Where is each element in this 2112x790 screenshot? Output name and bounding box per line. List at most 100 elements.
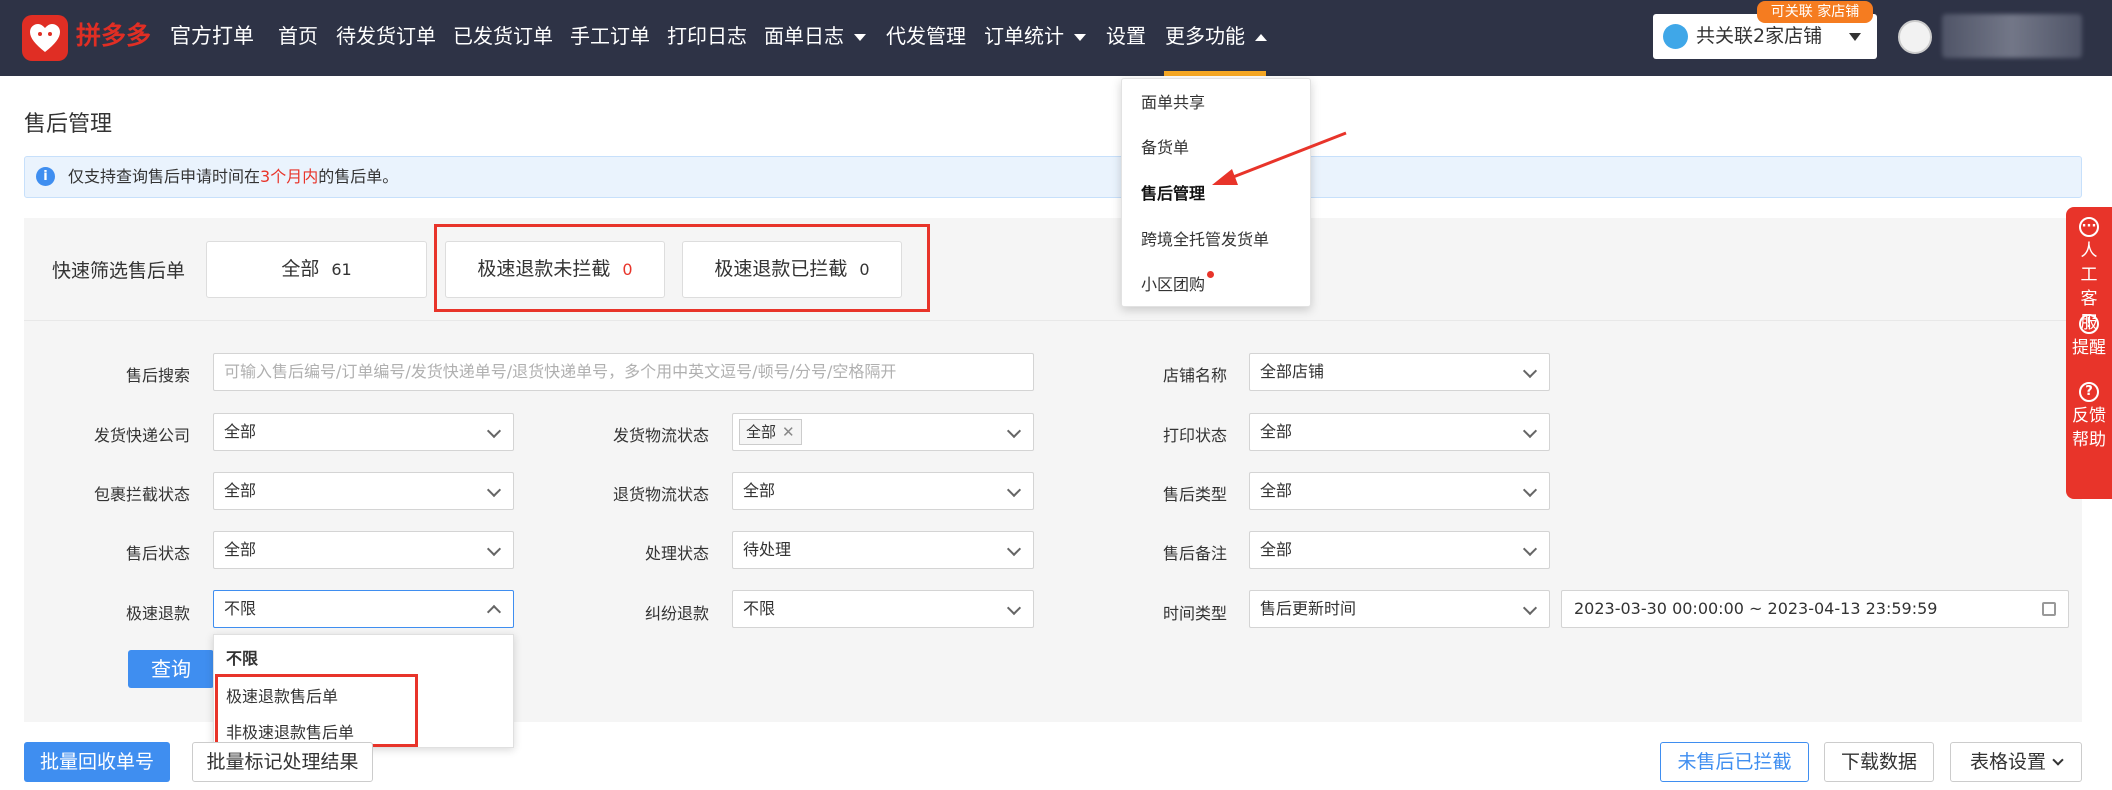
side-reminder[interactable]: ! 提醒 bbox=[2066, 314, 2112, 374]
ship-status-select[interactable]: 全部 ✕ bbox=[732, 413, 1034, 451]
chevron-up-icon bbox=[486, 604, 502, 620]
nav-more-functions[interactable]: 更多功能 bbox=[1165, 20, 1267, 52]
intercept-status-select[interactable]: 全部 bbox=[213, 472, 514, 510]
active-nav-indicator bbox=[1164, 71, 1266, 76]
nav-manual-orders[interactable]: 手工订单 bbox=[570, 20, 650, 52]
dropdown-option-unlimited[interactable]: 不限 bbox=[226, 645, 258, 669]
side-feedback-label: 反馈帮助 bbox=[2072, 406, 2106, 450]
date-range-picker[interactable]: 2023-03-30 00:00:00 ~ 2023-04-13 23:59:5… bbox=[1561, 590, 2069, 628]
dispute-refund-select[interactable]: 不限 bbox=[732, 590, 1034, 628]
calendar-icon bbox=[2042, 602, 2056, 616]
chevron-down-icon bbox=[1522, 363, 1538, 379]
notice-text-pre: 仅支持查询售后申请时间在 bbox=[68, 167, 261, 186]
fast-refund-select[interactable]: 不限 bbox=[213, 590, 514, 628]
quick-filter-all-label: 全部 bbox=[281, 258, 320, 280]
query-button[interactable]: 查询 bbox=[128, 650, 214, 688]
table-settings-button[interactable]: 表格设置 bbox=[1950, 742, 2082, 782]
print-status-select[interactable]: 全部 bbox=[1249, 413, 1550, 451]
logo-subtitle: 官方打单 bbox=[170, 24, 254, 48]
aftersale-status-select[interactable]: 全部 bbox=[213, 531, 514, 569]
menu-item-crossborder[interactable]: 跨境全托管发货单 bbox=[1141, 226, 1269, 250]
quick-filter-label-1: 极速退款未拦截 bbox=[477, 258, 611, 280]
help-icon: ? bbox=[2079, 382, 2099, 402]
nav-shipped-orders[interactable]: 已发货订单 bbox=[453, 20, 553, 52]
chevron-down-icon bbox=[1006, 482, 1022, 498]
download-button[interactable]: 下载数据 bbox=[1824, 742, 1934, 782]
quick-filter-count-2: 0 bbox=[859, 260, 870, 279]
annotation-arrow-icon bbox=[1212, 131, 1347, 185]
batch-recycle-button[interactable]: 批量回收单号 bbox=[24, 742, 170, 782]
notice-text: 仅支持查询售后申请时间在3个月内的售后单。 bbox=[68, 166, 398, 188]
not-intercepted-button[interactable]: 未售后已拦截 bbox=[1660, 742, 1809, 782]
user-avatar[interactable] bbox=[1898, 20, 1932, 54]
ship-company-value: 全部 bbox=[224, 422, 257, 441]
dropdown-highlight-box bbox=[215, 674, 418, 747]
menu-item-aftersale[interactable]: 售后管理 bbox=[1141, 180, 1205, 204]
nav-print-log[interactable]: 打印日志 bbox=[667, 20, 747, 52]
shop-name-select[interactable]: 全部店铺 bbox=[1249, 353, 1550, 391]
nav-settings[interactable]: 设置 bbox=[1106, 20, 1146, 52]
notice-text-post: 的售后单。 bbox=[318, 167, 399, 186]
print-status-label: 打印状态 bbox=[1162, 426, 1227, 445]
chevron-down-icon bbox=[854, 34, 866, 41]
logo-text: 拼多多 bbox=[76, 21, 152, 50]
quick-filter-all-count: 61 bbox=[331, 260, 352, 279]
chevron-down-icon bbox=[2052, 754, 2064, 766]
page-title: 售后管理 bbox=[24, 112, 113, 137]
time-type-select[interactable]: 售后更新时间 bbox=[1249, 590, 1550, 628]
nav-order-stats[interactable]: 订单统计 bbox=[984, 20, 1086, 52]
menu-item-waybill-share[interactable]: 面单共享 bbox=[1141, 89, 1205, 113]
pinduoduo-logo-icon bbox=[22, 15, 68, 61]
nav-pending-orders[interactable]: 待发货订单 bbox=[336, 20, 436, 52]
fast-refund-value: 不限 bbox=[224, 599, 257, 618]
side-feedback[interactable]: ? 反馈帮助 bbox=[2066, 382, 2112, 482]
table-settings-label: 表格设置 bbox=[1969, 751, 2046, 773]
chevron-down-icon bbox=[1522, 482, 1538, 498]
aftersale-type-value: 全部 bbox=[1260, 481, 1293, 500]
fast-refund-label: 极速退款 bbox=[125, 604, 190, 623]
quick-filter-all[interactable]: 全部 61 bbox=[206, 241, 427, 298]
notice-highlight: 3个月内 bbox=[260, 167, 319, 186]
intercept-status-value: 全部 bbox=[224, 481, 257, 500]
shop-link-badge: 可关联 家店铺 bbox=[1757, 1, 1873, 23]
chevron-down-icon bbox=[1006, 600, 1022, 616]
quick-filter-fast-refund-intercepted[interactable]: 极速退款已拦截 0 bbox=[682, 241, 902, 298]
search-input[interactable]: 可输入售后编号/订单编号/发货快递单号/退货快递单号，多个用中英文逗号/顿号/分… bbox=[213, 353, 1034, 391]
ship-status-label: 发货物流状态 bbox=[612, 426, 709, 445]
tag-close-icon[interactable]: ✕ bbox=[782, 423, 795, 441]
side-customer-service[interactable]: ··· 人工客服 bbox=[2066, 217, 2112, 333]
aftersale-type-select[interactable]: 全部 bbox=[1249, 472, 1550, 510]
return-status-select[interactable]: 全部 bbox=[732, 472, 1034, 510]
remark-select[interactable]: 全部 bbox=[1249, 531, 1550, 569]
chevron-down-icon bbox=[1006, 541, 1022, 557]
selected-tag-label: 全部 bbox=[746, 423, 777, 441]
process-status-select[interactable]: 待处理 bbox=[732, 531, 1034, 569]
aftersale-status-value: 全部 bbox=[224, 540, 257, 559]
chat-icon: ··· bbox=[2079, 217, 2099, 237]
chevron-down-icon bbox=[1006, 423, 1022, 439]
nav-waybill-log[interactable]: 面单日志 bbox=[764, 20, 866, 52]
chevron-down-icon bbox=[1522, 423, 1538, 439]
menu-item-stock-list[interactable]: 备货单 bbox=[1141, 134, 1189, 158]
time-type-label: 时间类型 bbox=[1162, 604, 1227, 623]
nav-waybill-log-label: 面单日志 bbox=[764, 24, 844, 48]
selected-tag: 全部 ✕ bbox=[739, 419, 802, 445]
quick-filter-count-1: 0 bbox=[622, 260, 633, 279]
dispute-refund-value: 不限 bbox=[743, 599, 776, 618]
shop-avatar-icon bbox=[1663, 24, 1688, 49]
side-support-widget: ··· 人工客服 ! 提醒 ? 反馈帮助 bbox=[2066, 207, 2112, 499]
remark-value: 全部 bbox=[1260, 540, 1293, 559]
quick-filter-fast-refund-not-intercepted[interactable]: 极速退款未拦截 0 bbox=[445, 241, 665, 298]
nav-more-functions-label: 更多功能 bbox=[1165, 24, 1245, 48]
menu-item-group-buy-label: 小区团购 bbox=[1141, 275, 1206, 294]
nav-dropship[interactable]: 代发管理 bbox=[886, 20, 966, 52]
chevron-down-icon bbox=[486, 541, 502, 557]
menu-item-group-buy[interactable]: 小区团购 bbox=[1141, 271, 1215, 295]
print-status-value: 全部 bbox=[1260, 422, 1293, 441]
chevron-down-icon bbox=[1522, 600, 1538, 616]
ship-company-select[interactable]: 全部 bbox=[213, 413, 514, 451]
batch-mark-button[interactable]: 批量标记处理结果 bbox=[192, 742, 373, 782]
ship-company-label: 发货快递公司 bbox=[93, 426, 190, 445]
nav-home[interactable]: 首页 bbox=[278, 20, 318, 52]
shop-selector-label: 共关联2家店铺 bbox=[1696, 25, 1823, 47]
